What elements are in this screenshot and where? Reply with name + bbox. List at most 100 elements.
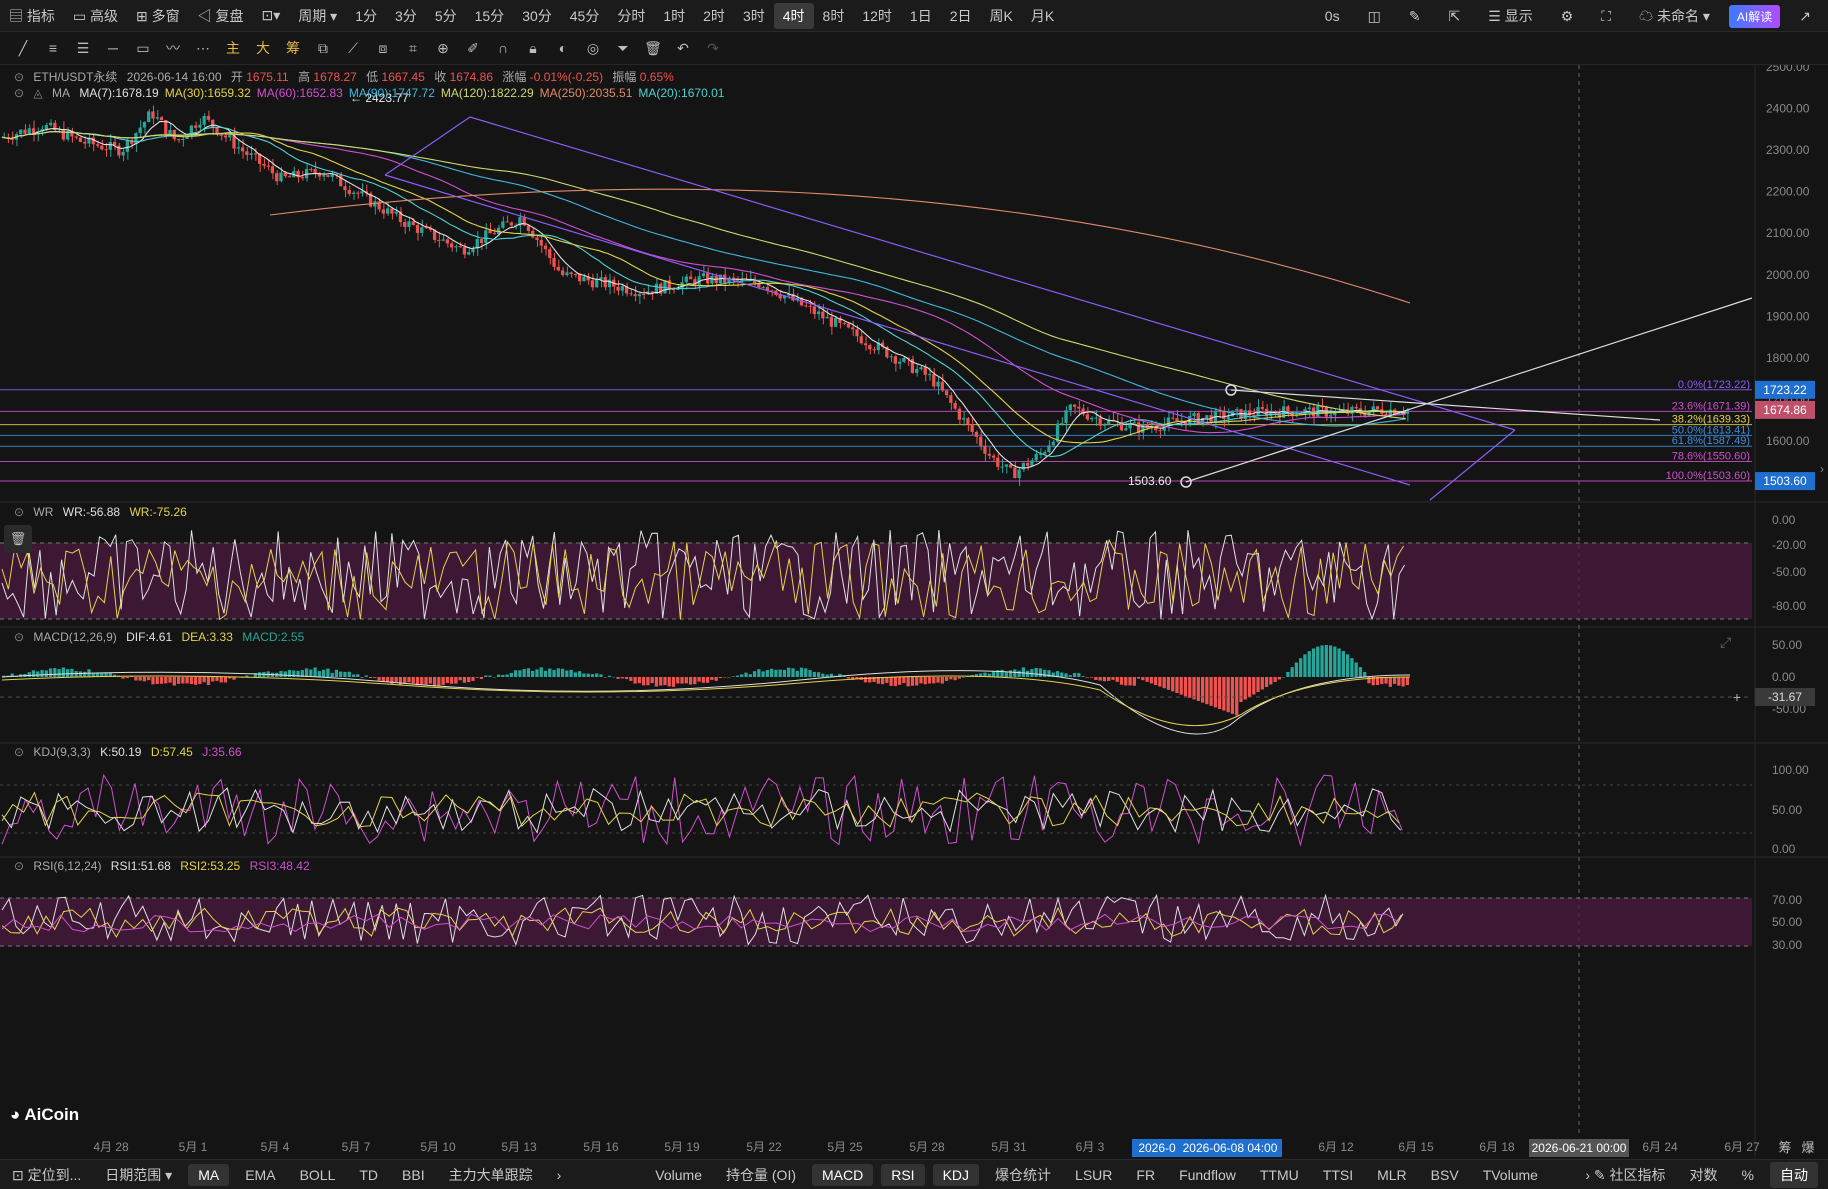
maximize-pane-icon[interactable]: ⤢ xyxy=(1720,634,1731,651)
main-indicator-0[interactable]: MA xyxy=(188,1163,230,1186)
magnet-icon[interactable]: ∩ xyxy=(488,40,518,56)
settings-icon[interactable]: ⚙ xyxy=(1552,8,1583,25)
sub-indicator-6[interactable]: LSUR xyxy=(1063,1167,1124,1183)
brush-tool-icon[interactable]: 〰 xyxy=(158,38,188,58)
more-indicators-arrow[interactable]: › xyxy=(545,1167,574,1183)
share-icon[interactable]: ↗ xyxy=(1790,8,1820,25)
toolbar-item-0[interactable]: ▤ 指标 xyxy=(0,6,64,26)
alert-icon[interactable]: ◬ xyxy=(33,86,42,100)
community-indicators-button[interactable]: › ✎ 社区指标 xyxy=(1573,1165,1677,1185)
interval-tab-11[interactable]: 8时 xyxy=(814,6,854,26)
percent-scale-toggle[interactable]: % xyxy=(1730,1167,1766,1183)
compare-tool-icon[interactable]: ⧉ xyxy=(308,40,338,57)
date-range-dropdown[interactable]: 日期范围 ▾ xyxy=(93,1165,184,1185)
measure-tool-icon[interactable]: ⟋ xyxy=(338,40,368,57)
parallel-lines-tool-icon[interactable]: ≡ xyxy=(38,40,68,56)
lock-icon[interactable]: 🔒︎ xyxy=(518,40,548,57)
interval-tab-0[interactable]: 1分 xyxy=(346,6,386,26)
sub-indicator-5[interactable]: 爆仓统计 xyxy=(983,1165,1063,1185)
sub-indicator-2[interactable]: MACD xyxy=(812,1163,874,1186)
sub-indicator-0[interactable]: Volume xyxy=(643,1167,714,1183)
horizontal-lines-tool-icon[interactable]: ☰ xyxy=(68,40,98,57)
interval-tab-15[interactable]: 周K xyxy=(981,6,1022,26)
main-indicator-5[interactable]: 主力大单跟踪 xyxy=(437,1165,545,1185)
interval-tab-3[interactable]: 15分 xyxy=(466,6,514,26)
collapse-icon[interactable]: ⊙ xyxy=(14,859,24,873)
main-indicator-2[interactable]: BOLL xyxy=(288,1167,348,1183)
macd-histogram-bar xyxy=(1030,669,1034,677)
layout-name-dropdown[interactable]: ☁ 未命名 ▾ xyxy=(1630,6,1719,26)
sub-indicator-3[interactable]: RSI xyxy=(881,1163,925,1186)
chart-area[interactable]: 2500.00 2400.00 2300.00 2200.00 2100.00 2000.… xyxy=(0,60,1828,1159)
export-icon[interactable]: ⇱ xyxy=(1440,8,1470,25)
pen-icon[interactable]: ✎ xyxy=(1400,8,1430,25)
interval-tab-9[interactable]: 3时 xyxy=(734,6,774,26)
sub-indicator-12[interactable]: BSV xyxy=(1419,1167,1471,1183)
large-order-toggle[interactable]: 大 xyxy=(248,38,278,58)
locate-button[interactable]: ⊡ 定位到... xyxy=(0,1165,93,1185)
interval-tab-4[interactable]: 30分 xyxy=(513,6,561,26)
trendline-tool-icon[interactable]: ╱ xyxy=(8,40,38,57)
zoom-icon[interactable]: ⊕ xyxy=(428,40,458,57)
copy-icon[interactable]: ⧈ xyxy=(368,40,398,57)
interval-tab-12[interactable]: 12时 xyxy=(853,6,901,26)
display-button[interactable]: ☰ 显示 xyxy=(1479,6,1541,26)
interval-tab-13[interactable]: 1日 xyxy=(901,6,941,26)
collapse-icon[interactable]: ⊙ xyxy=(14,745,24,759)
main-chart-toggle[interactable]: 主 xyxy=(218,38,248,58)
macd-histogram-bar xyxy=(27,672,31,677)
ai-interpret-button[interactable]: AI解读 xyxy=(1728,4,1781,28)
toolbar-item-1[interactable]: ▭ 高级 xyxy=(64,6,127,26)
undo-icon[interactable]: ↶ xyxy=(668,40,698,57)
collapse-icon[interactable]: ⊙ xyxy=(14,630,24,644)
interval-tab-10[interactable]: 4时 xyxy=(773,2,814,29)
eraser-icon[interactable]: ✐ xyxy=(458,40,488,57)
interval-tab-2[interactable]: 5分 xyxy=(426,6,466,26)
macd-legend: ⊙ MACD(12,26,9) DIF:4.61 DEA:3.33 MACD:2… xyxy=(14,630,310,644)
ruler-icon[interactable]: ⌗ xyxy=(398,40,428,57)
layout-dropdown-icon[interactable]: ⊡▾ xyxy=(253,7,290,24)
main-indicator-4[interactable]: BBI xyxy=(390,1167,437,1183)
macd-histogram-bar xyxy=(125,677,129,679)
redo-icon[interactable]: ↷ xyxy=(698,40,728,57)
collapse-icon[interactable]: ⊙ xyxy=(14,505,24,519)
more-tools-icon[interactable]: ⋯ xyxy=(188,40,218,57)
chart-canvas[interactable]: 2500.00 2400.00 2300.00 2200.00 2100.00 2000.… xyxy=(0,60,1828,1159)
collapse-icon[interactable]: ⊙ xyxy=(14,86,24,100)
log-scale-toggle[interactable]: 对数 xyxy=(1678,1165,1730,1185)
interval-tab-14[interactable]: 2日 xyxy=(941,6,981,26)
filter-icon[interactable]: ⏷ xyxy=(608,40,638,57)
interval-tab-7[interactable]: 1时 xyxy=(654,6,694,26)
toolbar-item-2[interactable]: ⊞ 多窗 xyxy=(127,6,189,26)
fullscreen-icon[interactable]: ⛶ xyxy=(1592,8,1620,25)
sub-indicator-1[interactable]: 持仓量 (OI) xyxy=(714,1165,808,1185)
sub-indicator-10[interactable]: TTSI xyxy=(1311,1167,1365,1183)
macd-histogram-bar xyxy=(147,677,151,681)
main-indicator-1[interactable]: EMA xyxy=(233,1167,287,1183)
period-selector[interactable]: 周期 ▾ xyxy=(289,6,346,26)
main-indicator-3[interactable]: TD xyxy=(347,1167,390,1183)
sub-indicator-4[interactable]: KDJ xyxy=(932,1163,980,1186)
trash-icon[interactable]: 🗑︎ xyxy=(638,40,668,57)
interval-tab-6[interactable]: 分时 xyxy=(608,6,654,26)
interval-tab-5[interactable]: 45分 xyxy=(561,6,609,26)
auto-scale-toggle[interactable]: 自动 xyxy=(1770,1161,1818,1188)
time-axis-tick: 5月 4 xyxy=(261,1140,290,1154)
chip-toggle[interactable]: 筹 xyxy=(278,38,308,58)
visibility-icon[interactable]: ◎ xyxy=(578,40,608,57)
interval-tab-1[interactable]: 3分 xyxy=(386,6,426,26)
collapse-icon[interactable]: ⊙ xyxy=(14,70,24,84)
sub-indicator-11[interactable]: MLR xyxy=(1365,1167,1419,1183)
sub-indicator-7[interactable]: FR xyxy=(1124,1167,1167,1183)
delete-pane-button[interactable]: 🗑︎ xyxy=(4,525,32,553)
hide-drawings-icon[interactable]: ◐ xyxy=(548,40,578,56)
sub-indicator-13[interactable]: TVolume xyxy=(1471,1167,1550,1183)
camera-icon[interactable]: ◫ xyxy=(1359,8,1390,25)
sub-indicator-8[interactable]: Fundflow xyxy=(1167,1167,1248,1183)
interval-tab-8[interactable]: 2时 xyxy=(694,6,734,26)
interval-tab-16[interactable]: 月K xyxy=(1022,6,1063,26)
horizontal-ray-tool-icon[interactable]: ─ xyxy=(98,40,128,56)
sub-indicator-9[interactable]: TTMU xyxy=(1248,1167,1311,1183)
toolbar-item-3[interactable]: ◁ 复盘 xyxy=(189,6,253,26)
rectangle-tool-icon[interactable]: ▭ xyxy=(128,40,158,57)
